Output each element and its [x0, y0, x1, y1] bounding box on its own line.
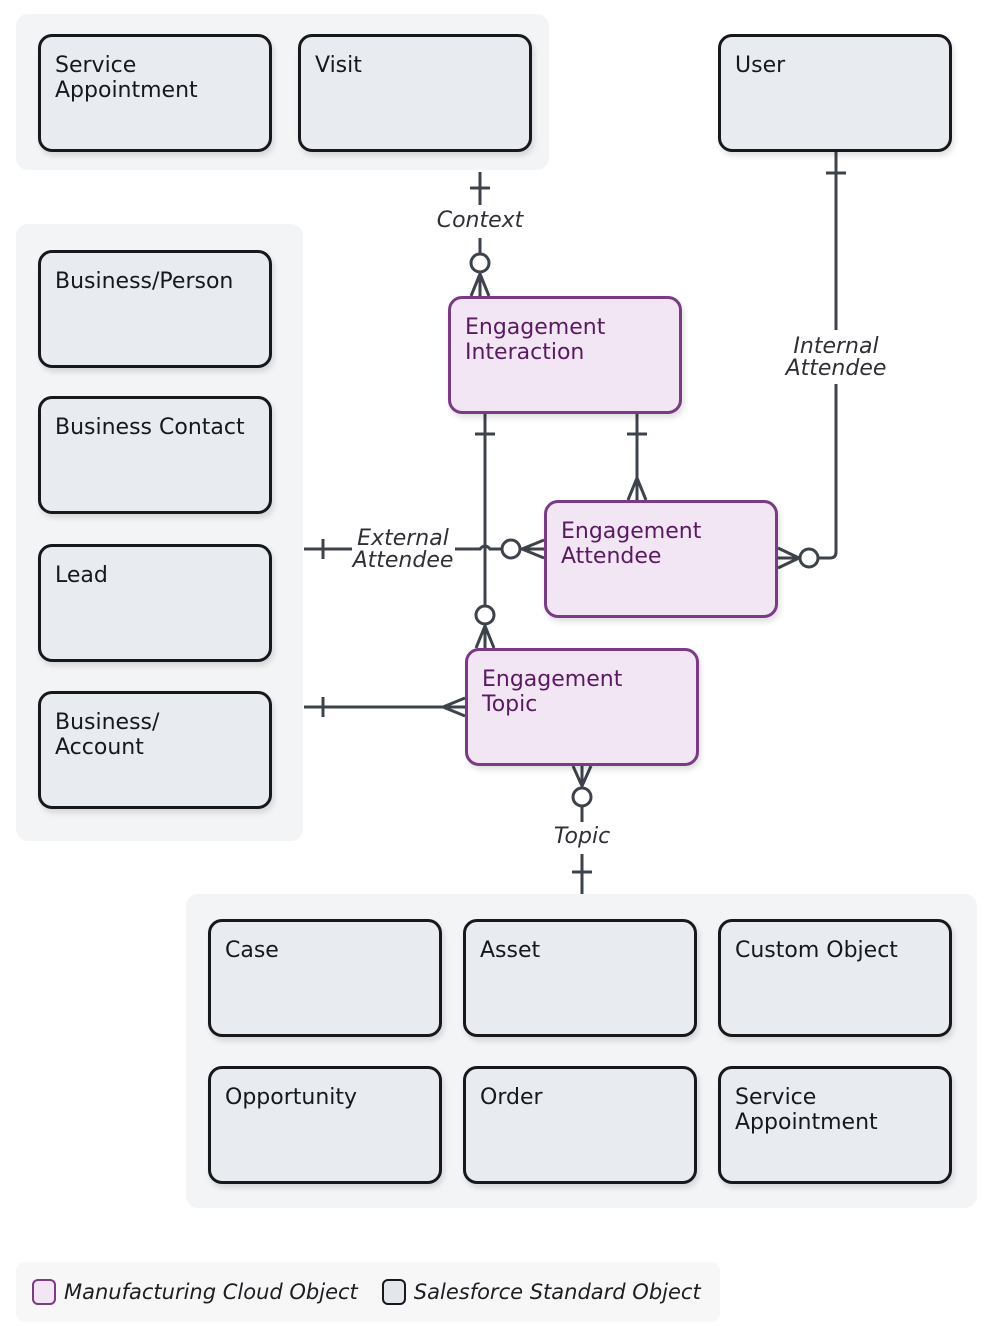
entity-custom-object[interactable]: Custom Object — [718, 919, 952, 1037]
legend: Manufacturing Cloud Object Salesforce St… — [16, 1262, 720, 1322]
entity-opportunity[interactable]: Opportunity — [208, 1066, 442, 1184]
account-topic-connector — [304, 696, 466, 718]
entity-case[interactable]: Case — [208, 919, 442, 1037]
entity-service-appointment[interactable]: Service Appointment — [38, 34, 272, 152]
entity-user[interactable]: User — [718, 34, 952, 152]
entity-asset[interactable]: Asset — [463, 919, 697, 1037]
legend-label-manufacturing: Manufacturing Cloud Object — [64, 1280, 358, 1304]
legend-item-manufacturing: Manufacturing Cloud Object — [32, 1279, 358, 1305]
context-connector — [469, 172, 491, 297]
entity-engagement-topic[interactable]: Engagement Topic — [465, 648, 699, 766]
external-attendee-label: External Attendee — [352, 526, 454, 573]
entity-lead[interactable]: Lead — [38, 544, 272, 662]
interaction-attendee-connector — [626, 413, 648, 501]
internal-attendee-label: Internal Attendee — [776, 336, 896, 380]
legend-item-standard: Salesforce Standard Object — [381, 1279, 701, 1305]
manufacturing-swatch-icon — [32, 1279, 56, 1305]
entity-visit[interactable]: Visit — [298, 34, 532, 152]
entity-business-account[interactable]: Business/ Account — [38, 691, 272, 809]
entity-service-appointment-topic[interactable]: Service Appointment — [718, 1066, 952, 1184]
interaction-topic-connector — [474, 413, 496, 649]
topic-label: Topic — [546, 826, 618, 848]
context-label: Context — [432, 210, 528, 232]
standard-swatch-icon — [381, 1279, 406, 1305]
entity-business-contact[interactable]: Business Contact — [38, 396, 272, 514]
entity-engagement-attendee[interactable]: Engagement Attendee — [544, 500, 778, 618]
entity-business-person[interactable]: Business/Person — [38, 250, 272, 368]
legend-label-standard: Salesforce Standard Object — [413, 1280, 701, 1304]
entity-engagement-interaction[interactable]: Engagement Interaction — [448, 296, 682, 414]
entity-order[interactable]: Order — [463, 1066, 697, 1184]
